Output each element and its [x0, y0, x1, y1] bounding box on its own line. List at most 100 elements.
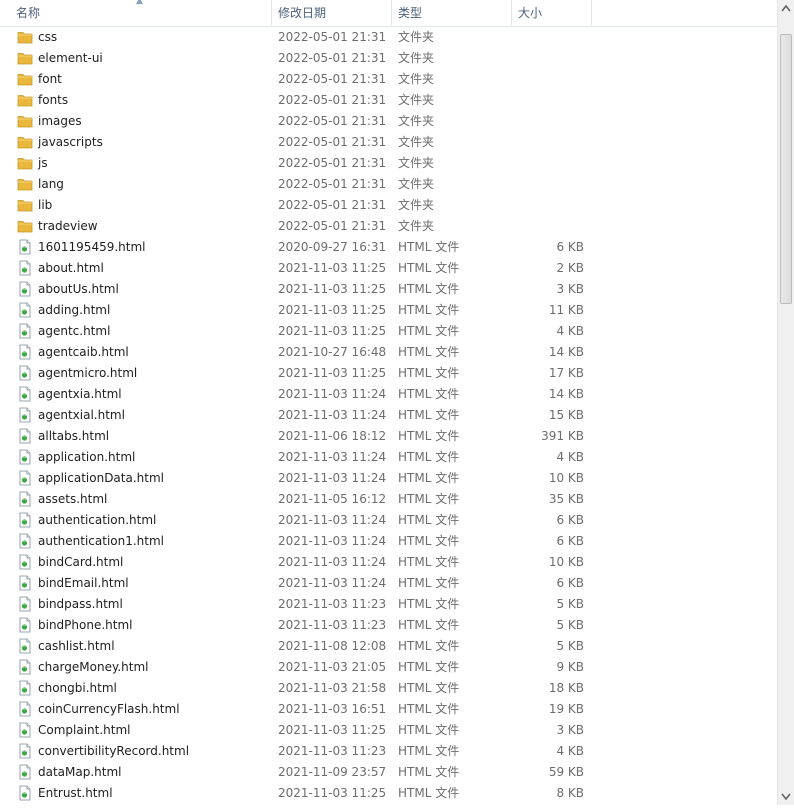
- file-row[interactable]: bindpass.html 2021-11-03 11:23 HTML 文件 5 KB: [0, 594, 600, 615]
- file-row[interactable]: agentmicro.html 2021-11-03 11:25 HTML 文件 17…: [0, 363, 600, 384]
- file-modified-date: 2021-11-03 11:23: [278, 618, 387, 632]
- file-type: HTML 文件: [398, 303, 460, 317]
- scroll-up-arrow-icon[interactable]: [778, 0, 794, 17]
- html-file-icon: [17, 659, 33, 675]
- file-row[interactable]: bindCard.html 2021-11-03 11:24 HTML 文件 10 K…: [0, 552, 600, 573]
- file-row[interactable]: agentxial.html 2021-11-03 11:24 HTML 文件 15 …: [0, 405, 600, 426]
- file-name: assets.html: [38, 492, 108, 506]
- html-file-icon: [17, 512, 33, 528]
- file-row[interactable]: applicationData.html 2021-11-03 11:24 HTML…: [0, 468, 600, 489]
- file-row[interactable]: images 2022-05-01 21:31 文件夹: [0, 111, 600, 132]
- file-name: bindCard.html: [38, 555, 124, 569]
- file-row[interactable]: aboutUs.html 2021-11-03 11:25 HTML 文件 3 KB: [0, 279, 600, 300]
- folder-icon: [17, 176, 33, 192]
- column-header-date[interactable]: 修改日期: [272, 0, 392, 26]
- file-modified-date: 2021-11-03 11:23: [278, 597, 387, 611]
- file-row[interactable]: coinCurrencyFlash.html 2021-11-03 16:51 HT…: [0, 699, 600, 720]
- file-size: 6 KB: [556, 513, 584, 527]
- file-row[interactable]: tradeview 2022-05-01 21:31 文件夹: [0, 216, 600, 237]
- file-row[interactable]: authentication1.html 2021-11-03 11:24 HTML…: [0, 531, 600, 552]
- file-name: lang: [38, 177, 64, 191]
- file-row[interactable]: chongbi.html 2021-11-03 21:58 HTML 文件 18 KB: [0, 678, 600, 699]
- file-name: agentc.html: [38, 324, 111, 338]
- file-row[interactable]: about.html 2021-11-03 11:25 HTML 文件 2 KB: [0, 258, 600, 279]
- file-name: alltabs.html: [38, 429, 110, 443]
- file-type: 文件夹: [398, 198, 435, 212]
- file-size: 35 KB: [548, 492, 584, 506]
- file-name: element-ui: [38, 51, 103, 65]
- file-name: applicationData.html: [38, 471, 164, 485]
- file-row[interactable]: css 2022-05-01 21:31 文件夹: [0, 27, 600, 48]
- scroll-down-arrow-icon[interactable]: [778, 788, 794, 805]
- file-row[interactable]: agentc.html 2021-11-03 11:25 HTML 文件 4 KB: [0, 321, 600, 342]
- file-row[interactable]: agentxia.html 2021-11-03 11:24 HTML 文件 14 K…: [0, 384, 600, 405]
- html-file-icon: [17, 617, 33, 633]
- file-row[interactable]: convertibilityRecord.html 2021-11-03 11:2…: [0, 741, 600, 762]
- file-size: 3 KB: [556, 282, 584, 296]
- column-header-size[interactable]: 大小: [512, 0, 592, 26]
- column-header-type-label: 类型: [398, 6, 423, 20]
- html-file-icon: [17, 575, 33, 591]
- file-row[interactable]: font 2022-05-01 21:31 文件夹: [0, 69, 600, 90]
- file-type: HTML 文件: [398, 597, 460, 611]
- file-row[interactable]: Complaint.html 2021-11-03 11:25 HTML 文件 3 K…: [0, 720, 600, 741]
- file-type: 文件夹: [398, 93, 435, 107]
- file-name: images: [38, 114, 82, 128]
- file-type: HTML 文件: [398, 744, 460, 758]
- file-row[interactable]: assets.html 2021-11-05 16:12 HTML 文件 35 KB: [0, 489, 600, 510]
- file-name: font: [38, 72, 62, 86]
- file-row[interactable]: javascripts 2022-05-01 21:31 文件夹: [0, 132, 600, 153]
- file-type: HTML 文件: [398, 450, 460, 464]
- scroll-thumb[interactable]: [780, 34, 792, 304]
- file-type: HTML 文件: [398, 786, 460, 800]
- html-file-icon: [17, 533, 33, 549]
- file-name: dataMap.html: [38, 765, 122, 779]
- file-size: 4 KB: [556, 744, 584, 758]
- file-row[interactable]: application.html 2021-11-03 11:24 HTML 文件 4…: [0, 447, 600, 468]
- folder-icon: [17, 29, 33, 45]
- file-name: authentication1.html: [38, 534, 165, 548]
- file-name: agentxial.html: [38, 408, 125, 422]
- file-name: adding.html: [38, 303, 111, 317]
- file-type: HTML 文件: [398, 618, 460, 632]
- file-size: 6 KB: [556, 534, 584, 548]
- html-file-icon: [17, 785, 33, 801]
- file-row[interactable]: bindPhone.html 2021-11-03 11:23 HTML 文件 5 K…: [0, 615, 600, 636]
- file-size: 391 KB: [541, 429, 584, 443]
- folder-icon: [17, 197, 33, 213]
- file-row[interactable]: lib 2022-05-01 21:31 文件夹: [0, 195, 600, 216]
- file-row[interactable]: element-ui 2022-05-01 21:31 文件夹: [0, 48, 600, 69]
- column-header-bar: 名称 ▲ 修改日期 类型 大小: [0, 0, 778, 27]
- file-row[interactable]: adding.html 2021-11-03 11:25 HTML 文件 11 KB: [0, 300, 600, 321]
- html-file-icon: [17, 470, 33, 486]
- column-header-type[interactable]: 类型: [392, 0, 512, 26]
- file-row[interactable]: agentcaib.html 2021-10-27 16:48 HTML 文件 14 …: [0, 342, 600, 363]
- file-modified-date: 2021-11-03 11:25: [278, 303, 387, 317]
- file-row[interactable]: lang 2022-05-01 21:31 文件夹: [0, 174, 600, 195]
- file-row[interactable]: dataMap.html 2021-11-09 23:57 HTML 文件 59 KB: [0, 762, 600, 783]
- file-row[interactable]: chargeMoney.html 2021-11-03 21:05 HTML 文件 9…: [0, 657, 600, 678]
- folder-icon: [17, 50, 33, 66]
- file-row[interactable]: cashlist.html 2021-11-08 12:08 HTML 文件 5 KB: [0, 636, 600, 657]
- file-modified-date: 2021-11-03 11:24: [278, 576, 387, 590]
- file-size: 5 KB: [556, 597, 584, 611]
- column-header-size-label: 大小: [518, 6, 543, 20]
- html-file-icon: [17, 638, 33, 654]
- vertical-scrollbar[interactable]: [777, 0, 794, 805]
- file-type: 文件夹: [398, 30, 435, 44]
- file-row[interactable]: fonts 2022-05-01 21:31 文件夹: [0, 90, 600, 111]
- file-row[interactable]: bindEmail.html 2021-11-03 11:24 HTML 文件 6 K…: [0, 573, 600, 594]
- file-modified-date: 2022-05-01 21:31: [278, 156, 387, 170]
- file-row[interactable]: Entrust.html 2021-11-03 11:25 HTML 文件 8 KB: [0, 783, 600, 804]
- file-type: 文件夹: [398, 135, 435, 149]
- file-name: bindpass.html: [38, 597, 123, 611]
- file-row[interactable]: js 2022-05-01 21:31 文件夹: [0, 153, 600, 174]
- folder-icon: [17, 155, 33, 171]
- file-name: bindEmail.html: [38, 576, 129, 590]
- file-row[interactable]: 1601195459.html 2020-09-27 16:31 HTML 文件 6 …: [0, 237, 600, 258]
- file-modified-date: 2021-11-03 11:23: [278, 744, 387, 758]
- file-row[interactable]: alltabs.html 2021-11-06 18:12 HTML 文件 391 K…: [0, 426, 600, 447]
- file-row[interactable]: authentication.html 2021-11-03 11:24 HTML …: [0, 510, 600, 531]
- file-size: 59 KB: [548, 765, 584, 779]
- html-file-icon: [17, 554, 33, 570]
